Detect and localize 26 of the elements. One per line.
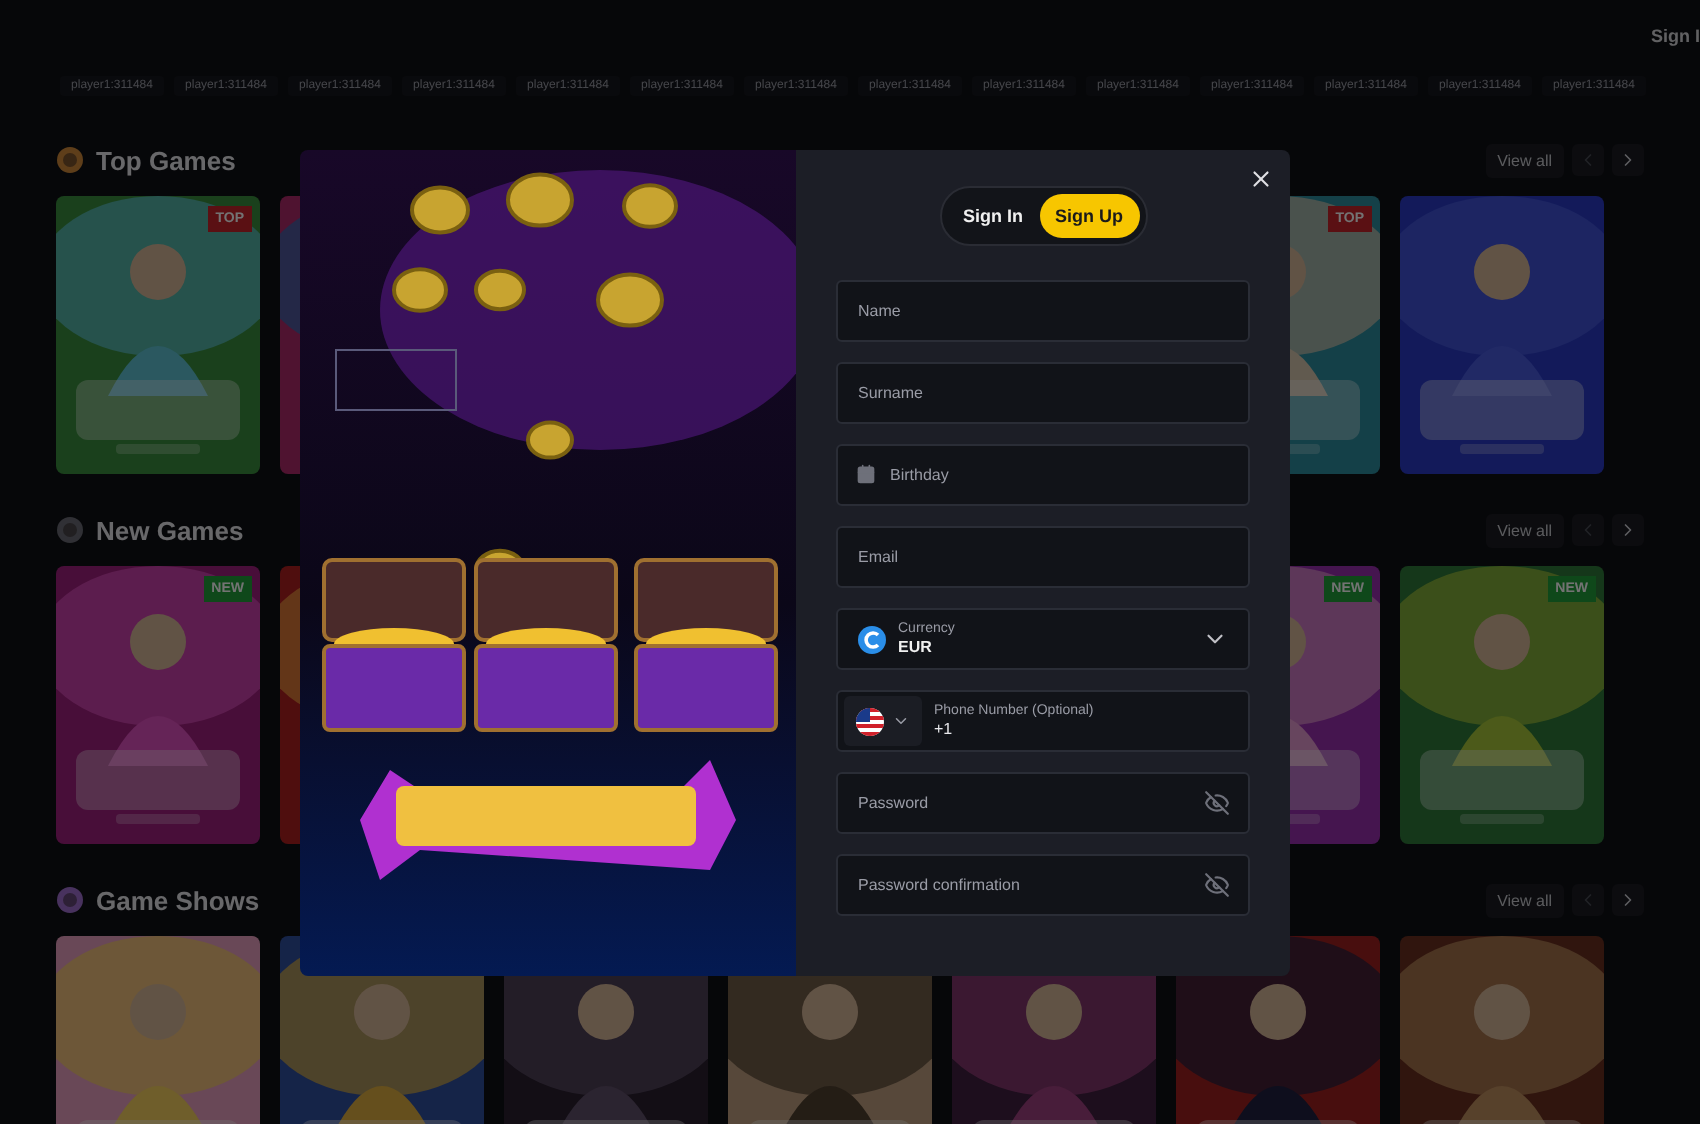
next-button[interactable] <box>1612 514 1644 546</box>
password-field[interactable]: Password confirmation <box>836 854 1250 916</box>
auth-tab[interactable]: Sign In <box>947 194 1039 238</box>
auth-tab[interactable]: Sign Up <box>1039 194 1139 238</box>
eye-off-icon[interactable] <box>1204 872 1230 898</box>
currency-icon <box>858 625 886 653</box>
text-field[interactable]: Surname <box>836 362 1250 424</box>
next-button[interactable] <box>1612 144 1644 176</box>
password-field[interactable]: Password <box>836 772 1250 834</box>
section-title: Game Shows <box>96 885 260 915</box>
section-title: New Games <box>96 515 244 545</box>
section-title: Top Games <box>96 145 236 175</box>
close-button[interactable] <box>1248 166 1274 192</box>
text-field[interactable]: Name <box>836 280 1250 342</box>
text-field[interactable]: Email <box>836 526 1250 588</box>
next-button[interactable] <box>1612 884 1644 916</box>
flag-icon <box>856 707 884 735</box>
date-field[interactable]: Birthday <box>836 444 1250 506</box>
emblem-icon <box>56 516 84 544</box>
calendar-icon <box>856 464 876 484</box>
chevron-icon <box>892 712 910 730</box>
country-button[interactable] <box>844 696 922 746</box>
emblem-icon <box>56 146 84 174</box>
emblem-icon <box>56 886 84 914</box>
phone-input[interactable]: +1 <box>934 720 1228 738</box>
eye-off-icon[interactable] <box>1204 790 1230 816</box>
